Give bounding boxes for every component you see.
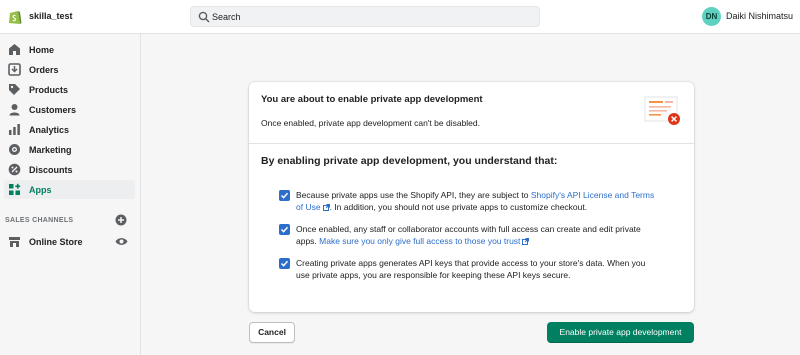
discount-icon: [8, 163, 21, 176]
sidebar-item-orders[interactable]: Orders: [4, 60, 135, 79]
sidebar-item-label: Orders: [29, 65, 59, 75]
sales-channels-title: SALES CHANNELS: [5, 217, 74, 224]
shopify-logo-icon[interactable]: [8, 9, 22, 25]
sidebar-item-label: Analytics: [29, 125, 70, 135]
store-icon: [9, 237, 20, 247]
enable-private-apps-card: You are about to enable private app deve…: [249, 82, 694, 312]
top-bar: skilla_test Search DN Daiki Nishimatsu: [0, 0, 800, 34]
sidebar-item-home[interactable]: Home: [4, 40, 135, 59]
sidebar-item-label: Home: [29, 45, 55, 55]
tag-icon: [9, 84, 20, 95]
store-name[interactable]: skilla_test: [29, 11, 73, 21]
section-heading: By enabling private app development, you…: [261, 155, 558, 167]
user-name[interactable]: Daiki Nishimatsu: [726, 11, 793, 21]
sidebar-item-products[interactable]: Products: [4, 80, 135, 99]
card-title: You are about to enable private app deve…: [261, 94, 483, 105]
apps-icon: [9, 183, 21, 195]
external-link-icon: [322, 204, 330, 211]
avatar[interactable]: DN: [702, 7, 721, 26]
eye-icon[interactable]: [115, 235, 128, 248]
card-divider: [249, 143, 694, 144]
acknowledgement-text: Because private apps use the Shopify API…: [296, 190, 655, 212]
acknowledgement-checkbox[interactable]: [279, 258, 290, 269]
checkmark-icon: [280, 260, 289, 267]
sidebar: Home Orders Products Customers Analytics…: [0, 34, 141, 355]
card-subtitle: Once enabled, private app development ca…: [261, 118, 480, 128]
sidebar-item-label: Products: [29, 85, 69, 95]
search-icon: [198, 11, 210, 23]
sidebar-item-analytics[interactable]: Analytics: [4, 120, 135, 139]
sidebar-item-marketing[interactable]: Marketing: [4, 140, 135, 159]
sidebar-item-label: Discounts: [29, 165, 73, 175]
enable-private-app-development-button[interactable]: Enable private app development: [547, 322, 694, 343]
cancel-button[interactable]: Cancel: [249, 322, 295, 343]
full-access-link[interactable]: Make sure you only give full access to t…: [319, 236, 530, 246]
acknowledgement-checkbox[interactable]: [279, 190, 290, 201]
document-warning-icon: [644, 96, 680, 125]
bar-chart-icon: [9, 124, 20, 135]
checkmark-icon: [280, 226, 289, 233]
acknowledgement-checkbox[interactable]: [279, 224, 290, 235]
add-sales-channel-icon[interactable]: [115, 214, 127, 226]
checkmark-icon: [280, 192, 289, 199]
search-placeholder: Search: [212, 12, 241, 22]
sidebar-item-label: Apps: [29, 185, 52, 195]
search-input[interactable]: Search: [190, 6, 540, 27]
sidebar-item-customers[interactable]: Customers: [4, 100, 135, 119]
sidebar-item-apps[interactable]: Apps: [4, 180, 135, 199]
sidebar-item-label: Online Store: [29, 237, 83, 247]
external-link-icon: [522, 238, 530, 245]
acknowledgement-text: Creating private apps generates API keys…: [296, 258, 646, 280]
person-icon: [9, 104, 20, 116]
sidebar-item-discounts[interactable]: Discounts: [4, 160, 135, 179]
megaphone-icon: [9, 144, 20, 155]
orders-icon: [8, 63, 21, 76]
home-icon: [9, 44, 20, 55]
sidebar-item-label: Customers: [29, 105, 77, 115]
acknowledgement-text: Once enabled, any staff or collaborator …: [296, 224, 641, 246]
sidebar-item-label: Marketing: [29, 145, 72, 155]
